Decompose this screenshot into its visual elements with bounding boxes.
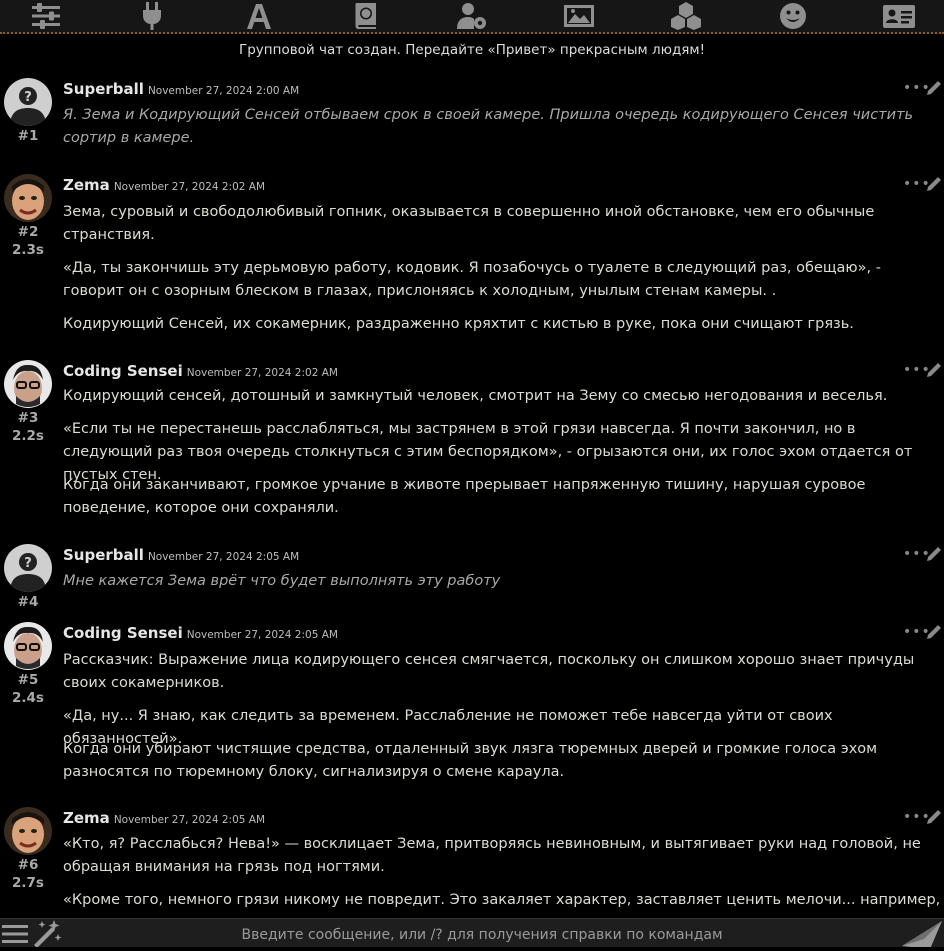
book-globe-icon[interactable] (346, 0, 386, 32)
message-number: #6 (17, 857, 39, 873)
avatar[interactable] (4, 622, 52, 670)
cubes-icon[interactable] (666, 0, 706, 32)
message-paragraph: Рассказчик: Выражение лица кодирующего с… (63, 652, 915, 691)
avatar[interactable] (4, 807, 52, 855)
smile-icon[interactable] (773, 0, 813, 32)
message-paragraph: «Да, ты закончишь эту дерьмовую работу, … (63, 260, 881, 299)
message-number: #2 (17, 224, 39, 240)
message-date: November 27, 2024 2:05 AM (186, 629, 338, 641)
avatar[interactable]: ? (4, 78, 52, 126)
message-number: #5 (17, 672, 39, 688)
plug-icon[interactable] (132, 0, 172, 32)
message-date: November 27, 2024 2:02 AM (113, 181, 266, 193)
font-icon[interactable] (239, 0, 279, 32)
svg-text:?: ? (24, 90, 32, 105)
message-date: November 27, 2024 2:02 AM (186, 367, 338, 379)
author-name: Coding Sensei (63, 624, 183, 642)
edit-icon[interactable] (926, 78, 944, 96)
edit-icon[interactable] (926, 544, 944, 562)
user-cog-icon[interactable] (452, 0, 492, 32)
message-date: November 27, 2024 2:00 AM (147, 85, 300, 97)
message-paragraph: «Кто, я? Расслабься? Нева!» — восклицает… (63, 836, 921, 875)
hamburger-menu-icon[interactable] (2, 923, 28, 945)
generation-time: 2.3s (12, 242, 44, 258)
author-name: Zema (63, 809, 110, 827)
author-name: Coding Sensei (63, 362, 183, 380)
svg-text:?: ? (24, 556, 32, 571)
message-number: #4 (17, 594, 39, 610)
avatar[interactable] (4, 174, 52, 222)
edit-icon[interactable] (926, 807, 944, 825)
top-toolbar (0, 0, 944, 34)
message-number: #1 (17, 128, 39, 144)
edit-icon[interactable] (926, 174, 944, 192)
id-card-icon[interactable] (879, 0, 919, 32)
avatar[interactable]: ? (4, 544, 52, 592)
message-number: #3 (17, 410, 39, 426)
message-paragraph: Мне кажется Зема врёт что будет выполнят… (63, 573, 501, 589)
avatar[interactable] (4, 360, 52, 408)
message-date: November 27, 2024 2:05 AM (147, 551, 300, 563)
edit-icon[interactable] (926, 360, 944, 378)
message-input[interactable] (70, 922, 894, 948)
sliders-icon[interactable] (26, 0, 66, 32)
message-paragraph: «Кроме того, немного грязи никому не пов… (63, 892, 941, 908)
generation-time: 2.4s (12, 690, 44, 706)
message-paragraph: Кодирующий сенсей, дотошный и замкнутый … (63, 388, 888, 404)
message-paragraph: Я. Зема и Кодирующий Сенсей отбываем сро… (63, 107, 914, 146)
system-message: Групповой чат создан. Передайте «Привет»… (239, 42, 705, 58)
author-name: Superball (63, 546, 144, 564)
generation-time: 2.2s (12, 428, 44, 444)
image-icon[interactable] (559, 0, 599, 32)
send-message-icon[interactable] (898, 919, 944, 949)
message-input-bar (0, 918, 944, 949)
message-date: November 27, 2024 2:05 AM (113, 814, 266, 826)
message-paragraph: Когда они заканчивают, громкое урчание в… (63, 477, 866, 516)
generation-time: 2.7s (12, 875, 44, 891)
message-paragraph: Когда они убирают чистящие средства, отд… (63, 741, 878, 780)
edit-icon[interactable] (926, 622, 944, 640)
author-name: Zema (63, 176, 110, 194)
message-paragraph: Кодирующий Сенсей, их сокамерник, раздра… (63, 316, 854, 332)
author-name: Superball (63, 80, 144, 98)
message-paragraph: Зема, суровый и свободолюбивый гопник, о… (63, 204, 875, 243)
magic-wand-icon[interactable] (32, 919, 62, 948)
